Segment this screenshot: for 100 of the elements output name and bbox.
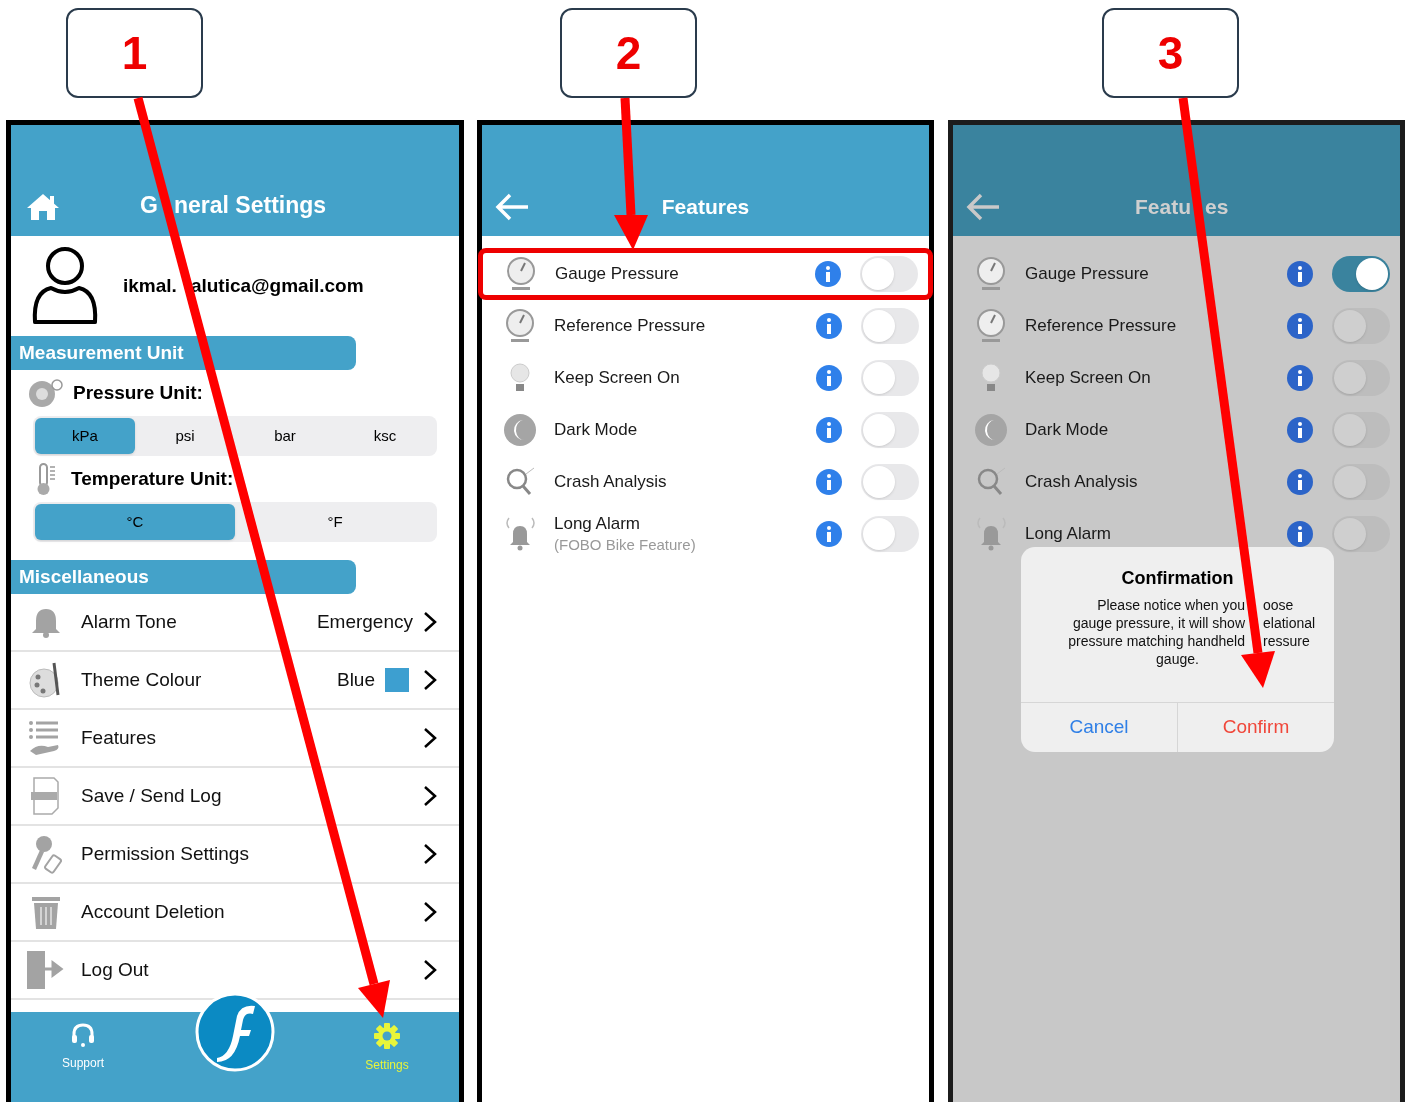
toggle-switch[interactable] <box>1332 464 1390 500</box>
feature-label: Gauge Pressure <box>1025 263 1150 285</box>
feature-label: Reference Pressure <box>1025 315 1178 337</box>
menu-value: Emergency <box>316 609 413 634</box>
moon-icon <box>974 413 1008 447</box>
segment-option[interactable]: bar <box>235 418 335 454</box>
screen-title: Features <box>660 193 751 220</box>
menu-row[interactable]: Alarm Tone Emergency <box>11 594 459 652</box>
toggle-switch[interactable] <box>861 360 919 396</box>
menu-row[interactable]: Theme Colour Blue <box>11 652 459 710</box>
menu-row[interactable]: Account Deletion <box>11 884 459 942</box>
gauge-icon <box>27 378 65 408</box>
segment-option[interactable]: °C <box>35 504 235 540</box>
feature-label: Keep Screen On <box>554 367 681 389</box>
menu-row[interactable]: Permission Settings <box>11 826 459 884</box>
toggle-switch[interactable] <box>861 412 919 448</box>
info-icon[interactable] <box>1286 364 1314 392</box>
toggle-switch[interactable] <box>861 516 919 552</box>
segment-option[interactable]: kPa <box>35 418 135 454</box>
chevron-right-icon <box>423 959 437 981</box>
document-icon <box>30 776 62 816</box>
feature-label: Dark Mode <box>1025 419 1110 441</box>
toggle-switch[interactable] <box>1332 256 1390 292</box>
gauge-icon <box>974 308 1008 344</box>
screen-title: es <box>1205 193 1229 220</box>
menu-label: Features <box>81 725 157 750</box>
dialog-message: ressure <box>1263 632 1310 650</box>
dialog-message: gauge pressure, it will show <box>1072 614 1245 632</box>
info-icon[interactable] <box>1286 416 1314 444</box>
chevron-right-icon <box>423 727 437 749</box>
screen-title: G <box>139 190 158 220</box>
email-text: alutica@gmail.com <box>190 273 364 298</box>
info-icon[interactable] <box>1286 520 1314 548</box>
section-header: Measurement Unit <box>11 336 356 370</box>
info-icon[interactable] <box>815 364 843 392</box>
menu-label: Account Deletion <box>81 899 226 924</box>
feature-note: (FOBO Bike Feature) <box>554 535 697 555</box>
feature-label: Reference Pressure <box>554 315 707 337</box>
email-text: ikmal. <box>123 273 177 298</box>
feature-label: Long Alarm <box>1025 523 1112 545</box>
toggle-switch[interactable] <box>861 464 919 500</box>
info-icon[interactable] <box>815 520 843 548</box>
screen-title: neral Settings <box>174 190 327 220</box>
chevron-right-icon <box>423 669 437 691</box>
chevron-right-icon <box>423 901 437 923</box>
toggle-switch[interactable] <box>1332 516 1390 552</box>
menu-row[interactable]: Save / Send Log <box>11 768 459 826</box>
menu-label: Alarm Tone <box>81 609 178 634</box>
home-icon[interactable] <box>25 192 61 222</box>
dialog-title: Confirmation <box>1120 567 1235 590</box>
info-icon[interactable] <box>1286 468 1314 496</box>
feature-label: Dark Mode <box>554 419 639 441</box>
menu-label: Save / Send Log <box>81 783 223 808</box>
toggle-switch[interactable] <box>861 308 919 344</box>
back-arrow-icon[interactable] <box>965 192 1001 222</box>
thermometer-icon <box>35 462 57 496</box>
info-icon[interactable] <box>815 416 843 444</box>
gauge-icon <box>504 256 538 292</box>
headset-icon <box>70 1022 96 1048</box>
feature-label: Keep Screen On <box>1025 367 1152 389</box>
step-number-callout: 1 <box>66 8 203 98</box>
chevron-right-icon <box>423 843 437 865</box>
feature-label: Long Alarm <box>554 513 641 535</box>
dialog-message: gauge. <box>1156 650 1199 668</box>
dialog-message: pressure matching handheld <box>1067 632 1245 650</box>
chevron-right-icon <box>423 611 437 633</box>
app-logo[interactable] <box>195 992 275 1072</box>
gauge-icon <box>503 308 537 344</box>
info-icon[interactable] <box>1286 312 1314 340</box>
toggle-switch[interactable] <box>860 256 918 292</box>
toggle-switch[interactable] <box>1332 360 1390 396</box>
menu-row[interactable]: Features <box>11 710 459 768</box>
screen-title: Featu <box>1134 193 1191 220</box>
feature-label: Gauge Pressure <box>555 263 680 285</box>
info-icon[interactable] <box>1286 260 1314 288</box>
dialog-message: Please notice when you <box>1096 596 1245 614</box>
moon-icon <box>503 413 537 447</box>
menu-value: Blue <box>336 667 375 692</box>
gauge-icon <box>974 256 1008 292</box>
segment-option[interactable]: °F <box>235 504 435 540</box>
toggle-switch[interactable] <box>1332 412 1390 448</box>
info-icon[interactable] <box>815 312 843 340</box>
info-icon[interactable] <box>815 468 843 496</box>
dialog-message: oose <box>1263 596 1294 614</box>
feature-label: Crash Analysis <box>554 471 668 493</box>
field-label: Temperature Unit: <box>71 466 234 491</box>
section-header: Miscellaneous <box>11 560 356 594</box>
menu-label: Theme Colour <box>81 667 203 692</box>
info-icon[interactable] <box>814 260 842 288</box>
step-number-callout: 3 <box>1102 8 1239 98</box>
step-number-callout: 2 <box>560 8 697 98</box>
segment-option[interactable]: ksc <box>335 418 435 454</box>
feature-label: Crash Analysis <box>1025 471 1139 493</box>
toggle-switch[interactable] <box>1332 308 1390 344</box>
dialog-message: elational <box>1263 614 1316 632</box>
segment-option[interactable]: psi <box>135 418 235 454</box>
chevron-right-icon <box>423 785 437 807</box>
menu-label: Log Out <box>81 957 150 982</box>
menu-label: Permission Settings <box>81 841 250 866</box>
field-label: Pressure Unit: <box>73 380 203 405</box>
